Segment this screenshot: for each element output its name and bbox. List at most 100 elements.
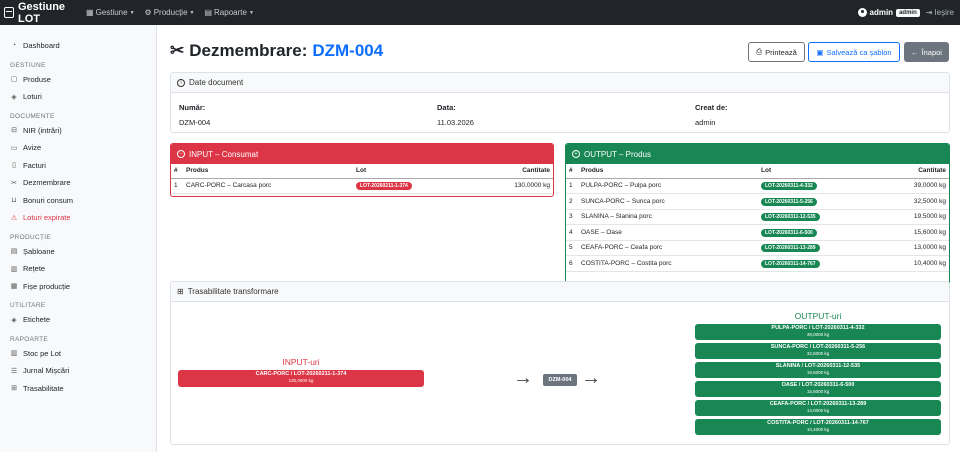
sidebar-item-fise-productie[interactable]: ▦ Fișe producție (0, 278, 156, 296)
scissors-icon: ✂ (170, 41, 185, 60)
sidebar-item-stoc-pe-lot[interactable]: ▥ Stoc pe Lot (0, 345, 156, 363)
file-icon: ▤ (204, 8, 213, 17)
input-node[interactable]: CARC-PORC / LOT-20260211-1-374 130,0000 … (178, 370, 424, 387)
output-node[interactable]: SLANINA / LOT-20260311-12-535 19,5000 kg (695, 362, 941, 378)
sidebar-item-dezmembrare[interactable]: ✂ Dezmembrare (0, 174, 156, 192)
truck-icon: ▭ (10, 144, 18, 152)
print-button[interactable]: ⎙ Printează (748, 42, 805, 62)
card-header-label: Trasabilitate transformare (187, 287, 279, 296)
nav-menu-gestiune[interactable]: ▦ Gestiune ▼ (86, 8, 135, 17)
sidebar-item-etichete[interactable]: ◈ Etichete (0, 311, 156, 329)
sidebar-item-loturi[interactable]: ◈ Loturi (0, 88, 156, 106)
logout-label: Ieșire (934, 8, 954, 17)
nav-menu: ▦ Gestiune ▼ ⚙ Producție ▼ ▤ Rapoarte ▼ (86, 8, 254, 17)
node-quantity: 13,0000 kg (806, 408, 830, 413)
output-node[interactable]: COSTITA-PORC / LOT-20260311-14-767 10,40… (695, 419, 941, 435)
sidebar-item-loturi-expirate[interactable]: ⚠ Loturi expirate (0, 209, 156, 227)
sidebar-item-label: Dashboard (23, 41, 60, 51)
output-node[interactable]: PULPA-PORC / LOT-20260311-4-332 39,0000 … (695, 324, 941, 340)
column-header: Lot (758, 164, 868, 179)
document-node[interactable]: DZM-004 (543, 374, 577, 386)
clipboard-icon: ▤ (10, 248, 18, 256)
lot-cell: LOT-20260211-1-374 (353, 178, 463, 194)
product-cell: CARC-PORC – Carcasa porc (183, 178, 353, 194)
brand-link[interactable]: Gestiune LOT (0, 1, 82, 25)
inbox-icon: ⊟ (11, 127, 17, 135)
field-label: Data: (437, 103, 456, 112)
column-header: Lot (353, 164, 463, 179)
quantity-cell: 13,0000 kg (868, 240, 949, 256)
info-icon: i (177, 78, 185, 87)
page-title-label: Dezmembrare: (189, 41, 308, 60)
document-info-card: i Date document Număr: DZM-004 Data: 11.… (170, 72, 950, 133)
warning-icon: ⚠ (10, 214, 18, 222)
input-table: # Produs Lot Cantitate 1 CARC-PORC – Car… (171, 164, 553, 194)
save-template-button[interactable]: ▣ Salvează ca șablon (808, 42, 900, 62)
product-cell: PULPA-PORC – Pulpa porc (578, 178, 758, 194)
sidebar-item-bonuri-consum[interactable]: ⊔ Bonuri consum (0, 192, 156, 210)
sidebar-item-label: NIR (intrări) (23, 125, 62, 135)
top-navbar: Gestiune LOT ▦ Gestiune ▼ ⚙ Producție ▼ … (0, 0, 960, 25)
user-menu[interactable]: admin admin (857, 8, 920, 17)
sidebar-item-avize[interactable]: ▭ Avize (0, 139, 156, 157)
node-label: PULPA-PORC / LOT-20260311-4-332 (771, 325, 865, 331)
back-button-label: Înapoi (921, 47, 942, 57)
diagram-icon: ⊞ (177, 287, 184, 296)
plus-circle-icon: + (572, 150, 580, 158)
doc-field-numar: Număr: DZM-004 (179, 103, 210, 127)
doc-field-creat-de: Creat de: admin (695, 103, 728, 127)
nav-menu-productie[interactable]: ⚙ Producție ▼ (145, 8, 195, 17)
product-cell: SLANINA – Slanina porc (578, 209, 758, 225)
lot-badge[interactable]: LOT-20260311-4-332 (761, 182, 817, 191)
output-node[interactable]: SUNCA-PORC / LOT-20260311-5-256 32,5000 … (695, 343, 941, 359)
trace-diagram: INPUT-uri CARC-PORC / LOT-20260211-1-374… (171, 302, 949, 444)
logout-link[interactable]: ⇥ Ieșire (926, 8, 954, 17)
product-cell: COSTITA-PORC – Costita porc (578, 255, 758, 272)
card-header-label: Date document (189, 78, 244, 87)
back-button[interactable]: ← Înapoi (904, 42, 949, 62)
sidebar-item-label: Bonuri consum (23, 195, 74, 205)
doc-field-data: Data: 11.03.2026 (437, 103, 474, 127)
column-header: Cantitate (463, 164, 553, 179)
table-row: 4 OASE – Oase LOT-20260311-6-500 15,6000… (566, 224, 949, 241)
sidebar-item-jurnal-miscari[interactable]: ☰ Jurnal Mișcări (0, 362, 156, 380)
lot-badge[interactable]: LOT-20260311-13-289 (761, 244, 820, 253)
node-label: SUNCA-PORC / LOT-20260311-5-256 (770, 344, 866, 350)
sidebar-section-title: GESTIUNE (10, 61, 46, 69)
row-number: 1 (566, 178, 578, 194)
nav-menu-label: Producție (153, 8, 188, 17)
traceability-card: ⊞ Trasabilitate transformare INPUT-uri C… (170, 281, 950, 445)
card-header: i Date document (171, 73, 949, 93)
lot-badge[interactable]: LOT-20260311-6-500 (761, 228, 817, 237)
column-header: # (566, 164, 578, 179)
sidebar-item-nir[interactable]: ⊟ NIR (intrări) (0, 122, 156, 140)
lot-badge[interactable]: LOT-20260311-5-256 (761, 197, 817, 206)
sidebar-section-title: PRODUCȚIE (10, 233, 51, 241)
sidebar-item-facturi[interactable]: ▯ Facturi (0, 157, 156, 175)
document-icon: ▦ (10, 283, 18, 291)
output-node[interactable]: OASE / LOT-20260311-6-500 15,6000 kg (695, 381, 941, 397)
lot-badge[interactable]: LOT-20260311-14-767 (761, 259, 820, 268)
quantity-cell: 39,0000 kg (868, 178, 949, 194)
sidebar-item-sabloane[interactable]: ▤ Șabloane (0, 243, 156, 261)
sidebar-item-trasabilitate[interactable]: ⊞ Trasabilitate (0, 380, 156, 398)
sidebar-item-label: Facturi (23, 160, 46, 170)
row-number: 4 (566, 224, 578, 241)
sidebar-item-produse[interactable]: ▢ Produse (0, 71, 156, 89)
table-row: 2 SUNCA-PORC – Sunca porc LOT-20260311-5… (566, 193, 949, 210)
quantity-cell: 10,4000 kg (868, 255, 949, 272)
lot-badge[interactable]: LOT-20260311-12-535 (761, 213, 820, 222)
node-quantity: 32,5000 kg (806, 351, 830, 356)
nav-menu-rapoarte[interactable]: ▤ Rapoarte ▼ (204, 8, 253, 17)
sidebar-item-dashboard[interactable]: ◔ Dashboard (0, 37, 156, 55)
tag-icon: ◈ (11, 316, 17, 324)
product-cell: OASE – Oase (578, 224, 758, 241)
lot-badge[interactable]: LOT-20260211-1-374 (356, 182, 412, 191)
row-number: 3 (566, 209, 578, 225)
sidebar-item-label: Etichete (23, 315, 51, 325)
field-value: admin (695, 118, 716, 127)
node-quantity: 39,0000 kg (806, 332, 830, 337)
output-node[interactable]: CEAFA-PORC / LOT-20260311-13-289 13,0000… (695, 400, 941, 416)
sidebar-item-retete[interactable]: ▥ Rețete (0, 260, 156, 278)
role-badge: admin (896, 8, 920, 17)
